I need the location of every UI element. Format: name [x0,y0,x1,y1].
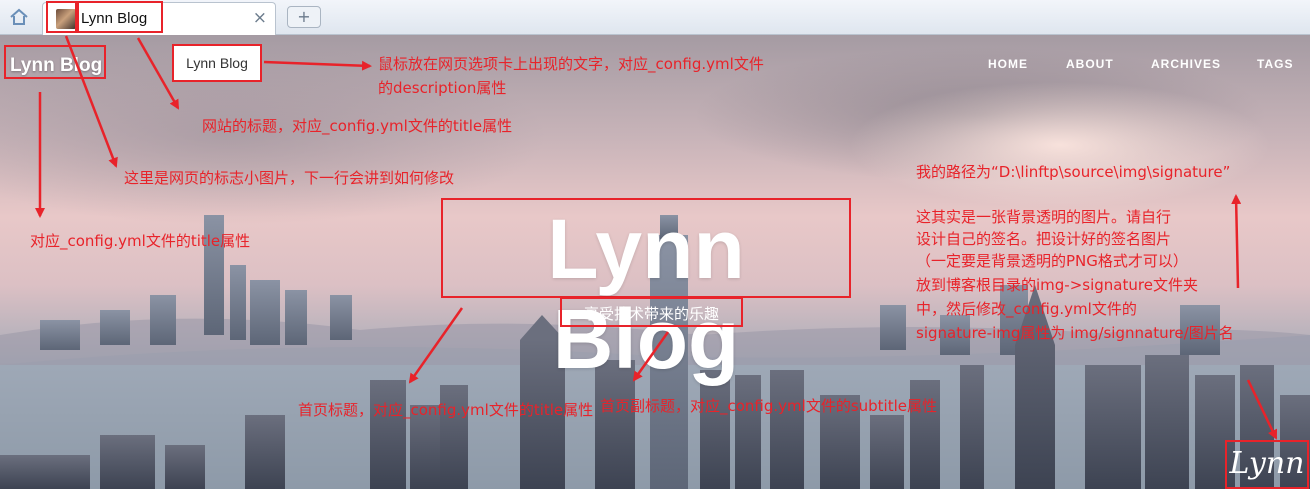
site-title-annotation: 对应_config.yml文件的title属性 [30,232,251,250]
path-annotation: 我的路径为“D:\linftp\source\img\signature” [916,163,1231,181]
nav-item-home[interactable]: HOME [988,57,1028,71]
signature-annotation-line6: signature-img属性为 img/signnature/图片名 [916,324,1234,342]
hero-title-annotation: 首页标题，对应_config.yml文件的title属性 [298,401,594,419]
hero-title: Lynn Blog [547,202,745,386]
tab-title-highlight [77,1,163,33]
nav-item-tags[interactable]: TAGS [1257,57,1293,71]
close-icon[interactable]: × [253,8,267,28]
favicon-highlight [46,1,77,33]
hero-subtitle: 享受技术带来的乐趣 [583,305,719,323]
signature-annotation-line3: （一定要是背景透明的PNG格式才可以） [916,252,1188,270]
site-title-highlight [4,45,106,79]
signature-image: Lynn [1229,446,1305,481]
plus-icon: + [297,7,311,26]
home-icon [10,8,28,25]
tab-tooltip: Lynn Blog [172,44,262,82]
hero-subtitle-highlight: 享受技术带来的乐趣 [560,297,743,327]
signature-annotation-line2: 设计自己的签名。把设计好的签名图片 [916,230,1172,248]
subtitle-annotation: 首页副标题，对应_config.yml文件的subtitle属性 [600,397,937,415]
signature-annotation-line5: 中，然后修改_config.yml文件的 [916,300,1137,318]
blog-page: Lynn Blog HOME ABOUT ARCHIVES TAGS Lynn … [0,35,1310,489]
browser-tab-strip: Lynn Blog × + [0,0,1310,35]
tooltip-annotation-line1: 鼠标放在网页选项卡上出现的文字，对应_config.yml文件 [378,55,764,73]
tooltip-annotation-line2: 的description属性 [378,79,507,97]
signature-highlight: Lynn [1225,440,1309,489]
new-tab-button[interactable]: + [287,6,321,28]
tab-title-annotation: 网站的标题，对应_config.yml文件的title属性 [202,117,513,135]
nav-item-archives[interactable]: ARCHIVES [1151,57,1221,71]
favicon-annotation: 这里是网页的标志小图片，下一行会讲到如何修改 [124,169,455,187]
home-button[interactable] [6,6,32,28]
signature-annotation-line1: 这其实是一张背景透明的图片。请自行 [916,208,1172,226]
signature-annotation-line4: 放到博客根目录的img->signature文件夹 [916,276,1198,294]
nav-item-about[interactable]: ABOUT [1066,57,1114,71]
hero-title-highlight: Lynn Blog [441,198,851,384]
